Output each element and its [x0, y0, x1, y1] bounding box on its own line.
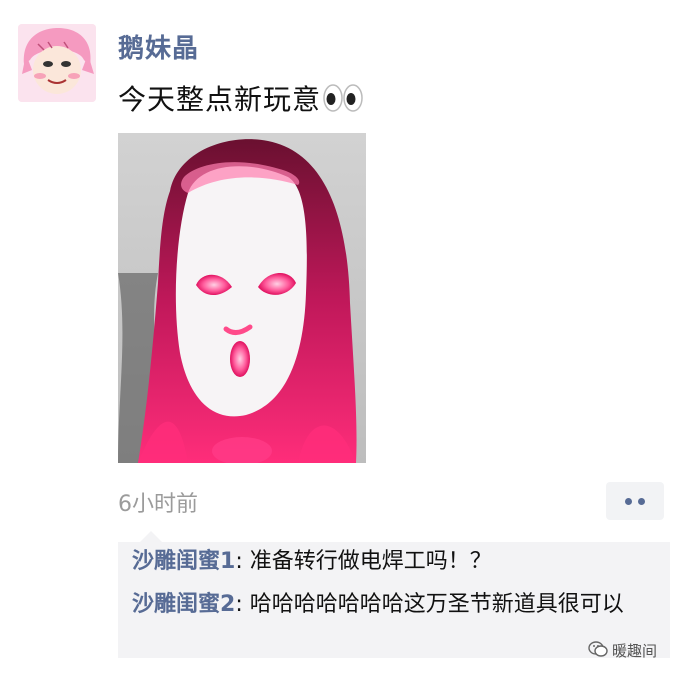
post-photo[interactable]: [118, 133, 366, 463]
comment-author[interactable]: 沙雕闺蜜2: [132, 592, 235, 617]
comment-author[interactable]: 沙雕闺蜜1: [132, 549, 235, 574]
avatar-image: [18, 24, 96, 102]
mask-photo-image: [118, 133, 366, 463]
post-timestamp: 6小时前: [118, 492, 198, 517]
watermark-text: 暖趣间: [612, 642, 658, 660]
eyes-emoji-icon: [323, 83, 363, 120]
watermark: 暖趣间: [588, 640, 657, 661]
comment-text: 哈哈哈哈哈哈哈这万圣节新道具很可以: [249, 592, 624, 617]
username[interactable]: 鹅妹晶: [118, 28, 199, 65]
comment-item[interactable]: 沙雕闺蜜1: 准备转行做电焊工吗！？: [132, 547, 652, 577]
post-text-content: 今天整点新玩意: [118, 83, 322, 116]
comment-text: 准备转行做电焊工吗！？: [249, 549, 492, 574]
more-options-button[interactable]: [606, 482, 664, 520]
avatar[interactable]: [18, 24, 96, 102]
post-text: 今天整点新玩意: [118, 78, 363, 120]
comment-item[interactable]: 沙雕闺蜜2: 哈哈哈哈哈哈哈这万圣节新道具很可以: [132, 590, 652, 620]
more-dots-icon: [625, 498, 632, 505]
wechat-logo-icon: [588, 640, 608, 661]
comment-separator: :: [235, 549, 250, 574]
more-dots-icon: [638, 498, 645, 505]
comment-separator: :: [235, 592, 250, 617]
